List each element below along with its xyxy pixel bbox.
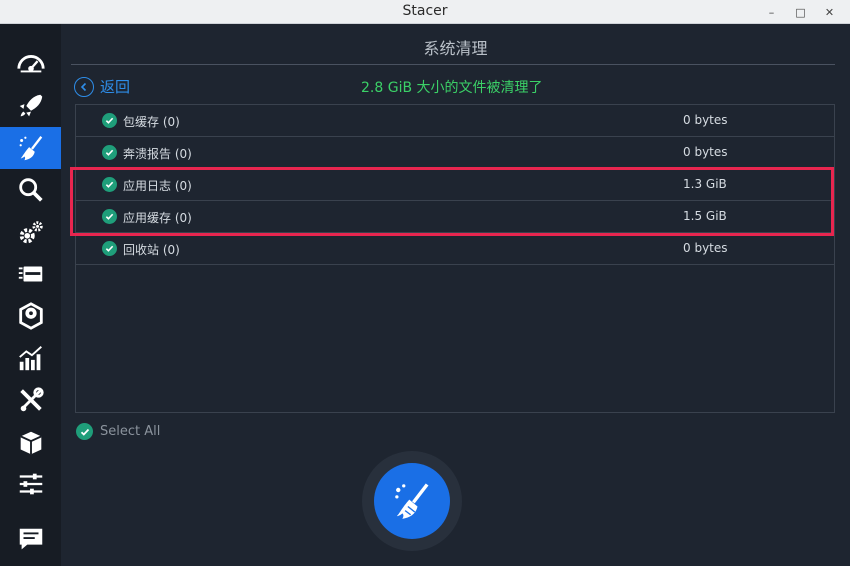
list-item-label: 应用缓存 (0) [123,211,192,225]
sidebar-item-services[interactable] [0,211,61,253]
broom-icon [395,483,429,519]
sidebar-item-helpers[interactable] [0,379,61,421]
sidebar-item-feedback[interactable] [0,518,61,560]
sliders-icon [19,473,42,495]
check-icon [102,113,117,128]
uninstaller-icon [18,302,43,330]
cleaned-items-list: 包缓存 (0) 0 bytes 奔溃报告 (0) 0 bytes 应用日志 (0… [75,104,835,413]
list-item-crash-reports[interactable]: 奔溃报告 (0) 0 bytes [76,137,834,169]
clean-button[interactable] [362,451,462,551]
dashboard-icon [16,55,45,73]
back-button[interactable]: 返回 [74,76,130,97]
list-item-label: 回收站 (0) [123,243,180,257]
sidebar-item-processes[interactable] [0,253,61,295]
sidebar-item-cleaner[interactable] [0,127,61,169]
list-item-package-cache[interactable]: 包缓存 (0) 0 bytes [76,105,834,137]
sidebar-item-apt-repository[interactable] [0,421,61,463]
list-item-size: 0 bytes [683,113,728,127]
back-chevron-icon [74,76,94,97]
package-icon [19,431,42,455]
maximize-button[interactable]: □ [786,3,815,21]
cleaned-summary: 2.8 GiB 大小的文件被清理了 [361,80,543,96]
rocket-icon [19,94,42,117]
sidebar-item-resources[interactable] [0,337,61,379]
check-icon [102,209,117,224]
tools-icon [19,387,44,412]
sidebar-item-settings[interactable] [0,463,61,505]
list-item-app-logs[interactable]: 应用日志 (0) 1.3 GiB [76,169,834,201]
minimize-button[interactable]: – [757,3,786,21]
list-item-label: 应用日志 (0) [123,179,192,193]
window-controls: – □ ✕ [757,3,844,21]
broom-icon [19,136,42,161]
feedback-icon [19,528,42,550]
sidebar-item-search[interactable] [0,169,61,211]
sidebar [0,24,61,566]
page-title: 系统清理 [423,39,488,58]
list-item-size: 0 bytes [683,145,728,159]
gears-icon [19,221,43,244]
processes-icon [18,266,42,282]
main-panel: 系统清理 返回 2.8 GiB 大小的文件被清理了 包缓存 (0) 0 byte… [61,24,850,566]
sidebar-item-uninstaller[interactable] [0,295,61,337]
check-icon [102,145,117,160]
list-item-label: 奔溃报告 (0) [123,147,192,161]
sidebar-item-dashboard[interactable] [0,42,61,84]
list-item-trash[interactable]: 回收站 (0) 0 bytes [76,233,834,265]
check-icon [76,423,93,440]
sidebar-item-startup[interactable] [0,85,61,127]
list-item-size: 0 bytes [683,241,728,255]
title-divider [71,64,835,65]
title-bar: Stacer – □ ✕ [0,0,850,24]
check-icon [102,177,117,192]
window-title: Stacer [402,3,448,19]
select-all-checkbox[interactable]: Select All [76,423,160,440]
chart-icon [18,346,42,371]
list-item-size: 1.3 GiB [683,177,727,191]
list-item-app-cache[interactable]: 应用缓存 (0) 1.5 GiB [76,201,834,233]
check-icon [102,241,117,256]
select-all-label: Select All [100,424,161,439]
clean-button-inner [374,463,450,539]
back-label: 返回 [100,78,131,96]
list-item-label: 包缓存 (0) [123,115,180,129]
close-button[interactable]: ✕ [815,3,844,21]
search-icon [18,178,43,202]
list-item-size: 1.5 GiB [683,209,727,223]
